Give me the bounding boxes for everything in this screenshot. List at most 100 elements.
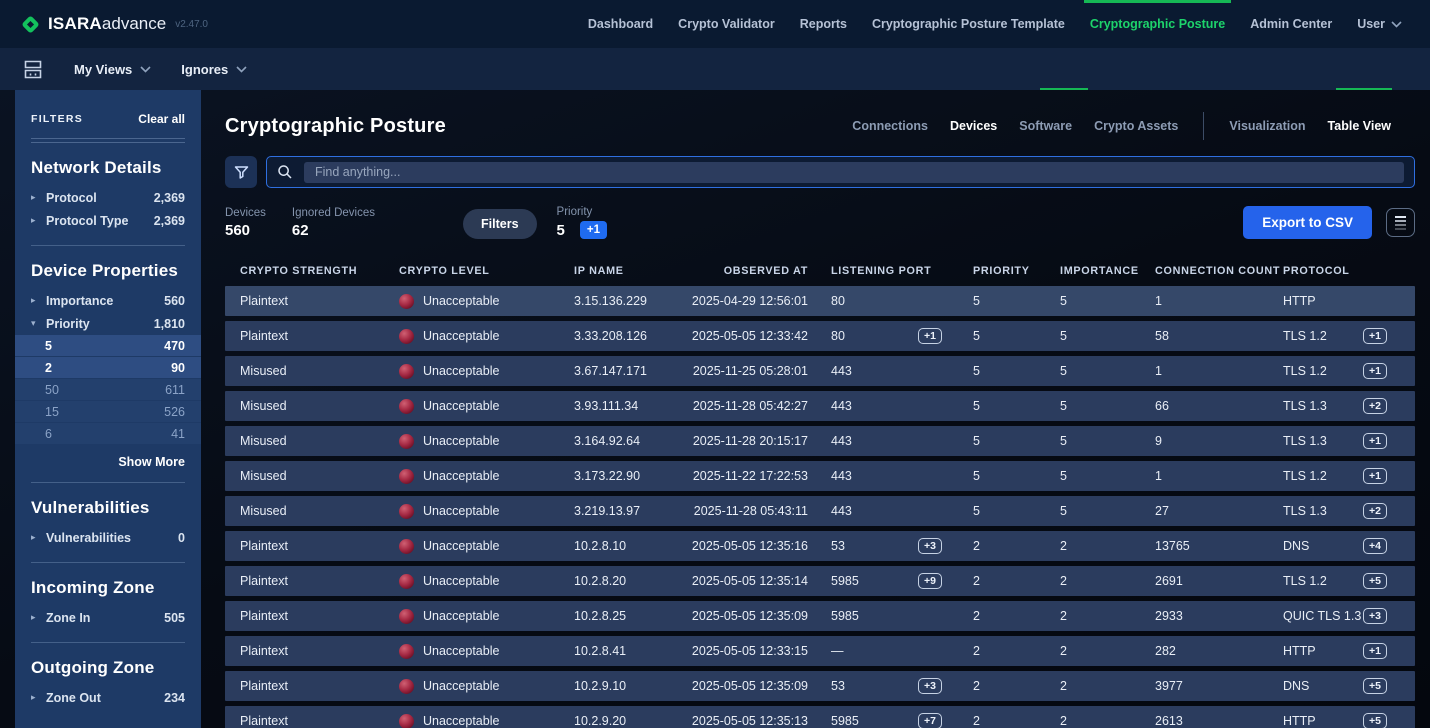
column-settings-button[interactable]: [1386, 208, 1415, 237]
brand-logo[interactable]: ISARA advance v2.47.0: [22, 14, 208, 34]
table-row[interactable]: Plaintext Unacceptable 3.15.136.229 2025…: [225, 286, 1415, 316]
protocol-cell: TLS 1.2 +5: [1268, 573, 1415, 590]
tab-visualization[interactable]: Visualization: [1229, 119, 1305, 133]
observed-at-cell: 2025-05-05 12:35:16: [676, 539, 816, 553]
nav-item-user-menu[interactable]: User: [1357, 0, 1402, 48]
export-csv-button[interactable]: Export to CSV: [1243, 206, 1372, 239]
port-overflow-badge[interactable]: +9: [918, 573, 942, 590]
show-more-link[interactable]: Show More: [31, 455, 185, 469]
protocol-overflow-badge[interactable]: +1: [1363, 433, 1387, 450]
tab-software[interactable]: Software: [1019, 119, 1072, 133]
protocol-cell: DNS +4: [1268, 538, 1415, 555]
filters-button[interactable]: Filters: [463, 209, 537, 239]
protocol-overflow-badge[interactable]: +4: [1363, 538, 1387, 555]
tab-table-view[interactable]: Table View: [1328, 119, 1391, 133]
table-row[interactable]: Plaintext Unacceptable 3.33.208.126 2025…: [225, 321, 1415, 351]
table-row[interactable]: Plaintext Unacceptable 10.2.8.41 2025-05…: [225, 636, 1415, 666]
tab-crypto-assets[interactable]: Crypto Assets: [1094, 119, 1178, 133]
priority-filter-chip[interactable]: Priority 5 +1: [557, 206, 607, 239]
search-bar: [266, 156, 1415, 188]
filter-vulnerabilities[interactable]: ▸ Vulnerabilities 0: [31, 526, 185, 549]
port-overflow-badge[interactable]: +7: [918, 713, 942, 728]
col-connection-count[interactable]: CONNECTION COUNT: [1140, 265, 1268, 277]
app-version: v2.47.0: [175, 19, 208, 30]
importance-cell: 5: [1045, 329, 1140, 343]
table-row[interactable]: Misused Unacceptable 3.164.92.64 2025-11…: [225, 426, 1415, 456]
ignores-dropdown[interactable]: Ignores: [181, 62, 247, 77]
filter-protocol[interactable]: ▸ Protocol 2,369: [31, 186, 185, 209]
importance-cell: 5: [1045, 399, 1140, 413]
protocol-overflow-badge[interactable]: +5: [1363, 573, 1387, 590]
ip-name-cell: 10.2.8.25: [559, 609, 676, 623]
protocol-overflow-badge[interactable]: +1: [1363, 363, 1387, 380]
severity-sphere-icon: [399, 714, 414, 728]
col-protocol[interactable]: PROTOCOL: [1268, 265, 1415, 277]
protocol-cell: TLS 1.2 +1: [1268, 468, 1415, 485]
filter-priority[interactable]: ▾ Priority 1,810: [31, 312, 185, 335]
protocol-overflow-badge[interactable]: +1: [1363, 468, 1387, 485]
tab-connections[interactable]: Connections: [852, 119, 928, 133]
caret-right-icon: ▸: [31, 532, 46, 543]
col-ip-name[interactable]: IP NAME: [559, 265, 676, 277]
col-importance[interactable]: IMPORTANCE: [1045, 265, 1140, 277]
priority-value-50[interactable]: 50 611: [15, 379, 201, 400]
table-row[interactable]: Plaintext Unacceptable 10.2.9.10 2025-05…: [225, 671, 1415, 701]
protocol-overflow-badge[interactable]: +5: [1363, 713, 1387, 728]
connection-count-cell: 282: [1140, 644, 1268, 658]
filter-protocol-type[interactable]: ▸ Protocol Type 2,369: [31, 209, 185, 232]
nav-item-cryptographic-posture[interactable]: Cryptographic Posture: [1090, 0, 1225, 48]
nav-item-crypto-posture-template[interactable]: Cryptographic Posture Template: [872, 0, 1065, 48]
col-crypto-strength[interactable]: CRYPTO STRENGTH: [225, 265, 384, 277]
port-overflow-badge[interactable]: +3: [918, 538, 942, 555]
observed-at-cell: 2025-05-05 12:35:14: [676, 574, 816, 588]
col-crypto-level[interactable]: CRYPTO LEVEL: [384, 265, 559, 277]
divider: [31, 138, 185, 143]
connection-count-cell: 27: [1140, 504, 1268, 518]
protocol-overflow-badge[interactable]: +1: [1363, 643, 1387, 660]
table-row[interactable]: Plaintext Unacceptable 10.2.8.10 2025-05…: [225, 531, 1415, 561]
priority-value-15[interactable]: 15 526: [15, 401, 201, 422]
priority-cell: 5: [958, 364, 1045, 378]
col-listening-port[interactable]: LISTENING PORT: [816, 265, 958, 277]
importance-cell: 5: [1045, 434, 1140, 448]
table-row[interactable]: Plaintext Unacceptable 10.2.9.20 2025-05…: [225, 706, 1415, 728]
protocol-overflow-badge[interactable]: +2: [1363, 503, 1387, 520]
nav-item-dashboard[interactable]: Dashboard: [588, 0, 653, 48]
clear-all-filters-link[interactable]: Clear all: [138, 112, 185, 126]
my-views-dropdown[interactable]: My Views: [74, 62, 151, 77]
protocol-overflow-badge[interactable]: +1: [1363, 328, 1387, 345]
caret-right-icon: ▸: [31, 192, 46, 203]
crypto-level-cell: Unacceptable: [384, 364, 559, 379]
filter-importance[interactable]: ▸ Importance 560: [31, 289, 185, 312]
col-observed-at[interactable]: OBSERVED AT: [676, 265, 816, 277]
views-toolbar: My Views Ignores: [0, 48, 1430, 90]
priority-value-6[interactable]: 6 41: [15, 423, 201, 444]
search-input[interactable]: [304, 162, 1404, 183]
port-overflow-badge[interactable]: +1: [918, 328, 942, 345]
importance-cell: 2: [1045, 644, 1140, 658]
table-row[interactable]: Misused Unacceptable 3.173.22.90 2025-11…: [225, 461, 1415, 491]
filter-zone-out[interactable]: ▸ Zone Out 234: [31, 686, 185, 709]
nav-item-crypto-validator[interactable]: Crypto Validator: [678, 0, 775, 48]
protocol-overflow-badge[interactable]: +3: [1363, 608, 1387, 625]
protocol-cell: TLS 1.3 +2: [1268, 398, 1415, 415]
protocol-overflow-badge[interactable]: +5: [1363, 678, 1387, 695]
saved-views-icon[interactable]: [22, 60, 44, 79]
filter-funnel-button[interactable]: [225, 156, 257, 188]
port-overflow-badge[interactable]: +3: [918, 678, 942, 695]
nav-item-reports[interactable]: Reports: [800, 0, 847, 48]
tab-devices[interactable]: Devices: [950, 119, 997, 133]
table-row[interactable]: Plaintext Unacceptable 10.2.8.20 2025-05…: [225, 566, 1415, 596]
col-priority[interactable]: PRIORITY: [958, 265, 1045, 277]
priority-value-5[interactable]: 5 470: [15, 335, 201, 356]
listening-port-cell: 443: [816, 504, 958, 518]
nav-item-admin-center[interactable]: Admin Center: [1250, 0, 1332, 48]
table-row[interactable]: Plaintext Unacceptable 10.2.8.25 2025-05…: [225, 601, 1415, 631]
table-row[interactable]: Misused Unacceptable 3.67.147.171 2025-1…: [225, 356, 1415, 386]
protocol-overflow-badge[interactable]: +2: [1363, 398, 1387, 415]
filter-zone-in[interactable]: ▸ Zone In 505: [31, 606, 185, 629]
priority-overflow-badge[interactable]: +1: [580, 221, 607, 239]
table-row[interactable]: Misused Unacceptable 3.219.13.97 2025-11…: [225, 496, 1415, 526]
priority-value-2[interactable]: 2 90: [15, 357, 201, 378]
table-row[interactable]: Misused Unacceptable 3.93.111.34 2025-11…: [225, 391, 1415, 421]
